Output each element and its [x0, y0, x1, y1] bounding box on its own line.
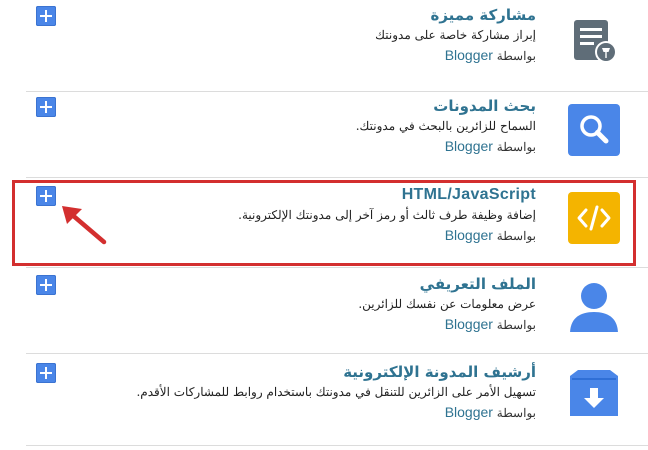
author-prefix: بواسطة: [496, 140, 536, 154]
author-brand: Blogger: [444, 404, 493, 420]
gadget-title[interactable]: مشاركة مميزة: [176, 6, 536, 24]
author-brand: Blogger: [444, 47, 493, 63]
gadget-row-blog-archive[interactable]: أرشيف المدونة الإلكترونية تسهيل الأمر عل…: [0, 354, 648, 446]
gadget-author: بواسطة Blogger: [176, 316, 536, 333]
gadget-description: عرض معلومات عن نفسك للزائرين.: [358, 297, 536, 311]
search-icon: [568, 104, 620, 156]
profile-icon: [568, 280, 620, 334]
author-prefix: بواسطة: [496, 318, 536, 332]
add-gadget-button[interactable]: [36, 6, 56, 26]
author-prefix: بواسطة: [496, 49, 536, 63]
add-gadget-button[interactable]: [36, 97, 56, 117]
gadget-author: بواسطة Blogger: [176, 138, 536, 155]
author-brand: Blogger: [444, 138, 493, 154]
gadget-title[interactable]: أرشيف المدونة الإلكترونية: [136, 363, 536, 381]
add-gadget-button[interactable]: [36, 363, 56, 383]
pointer-arrow-icon: [62, 206, 107, 245]
featured-post-icon: [568, 16, 620, 68]
gadget-row-profile[interactable]: الملف التعريفي عرض معلومات عن نفسك للزائ…: [0, 268, 648, 354]
author-brand: Blogger: [444, 316, 493, 332]
archive-icon: [568, 368, 620, 420]
gadget-row-blog-search[interactable]: بحث المدونات السماح للزائرين بالبحث في م…: [0, 92, 648, 178]
gadget-row-featured-post[interactable]: مشاركة مميزة إبراز مشاركة خاصة على مدونت…: [0, 0, 648, 92]
gadget-info: أرشيف المدونة الإلكترونية تسهيل الأمر عل…: [136, 363, 536, 421]
gadget-description: تسهيل الأمر على الزائرين للتنقل في مدونت…: [136, 385, 536, 399]
add-gadget-button[interactable]: [36, 275, 56, 295]
gadget-info: بحث المدونات السماح للزائرين بالبحث في م…: [176, 97, 536, 155]
gadget-title[interactable]: الملف التعريفي: [176, 275, 536, 293]
author-prefix: بواسطة: [496, 406, 536, 420]
gadget-info: مشاركة مميزة إبراز مشاركة خاصة على مدونت…: [176, 6, 536, 64]
gadget-author: بواسطة Blogger: [136, 404, 536, 421]
gadget-info: الملف التعريفي عرض معلومات عن نفسك للزائ…: [176, 275, 536, 333]
gadget-author: بواسطة Blogger: [176, 47, 536, 64]
gadget-description: إبراز مشاركة خاصة على مدونتك: [375, 28, 536, 42]
gadget-description: السماح للزائرين بالبحث في مدونتك.: [355, 119, 536, 133]
row-divider: [26, 445, 648, 446]
gadget-title[interactable]: بحث المدونات: [176, 97, 536, 115]
